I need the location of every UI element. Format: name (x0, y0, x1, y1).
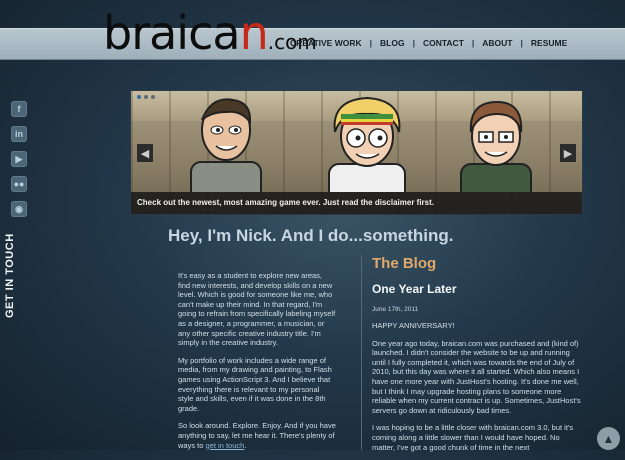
post-body: HAPPY ANNIVERSARY! One year ago today, b… (372, 321, 584, 460)
post-paragraph: HAPPY ANNIVERSARY! (372, 321, 455, 330)
slider-dots (137, 95, 155, 99)
slider-dot[interactable] (144, 95, 148, 99)
cartoon-character-middle (328, 96, 406, 192)
post-title[interactable]: One Year Later (372, 282, 457, 296)
intro-paragraph: It's easy as a student to explore new ar… (178, 271, 336, 348)
featured-slider[interactable]: ◀ ▶ Check out the newest, most amazing g… (130, 90, 583, 215)
nav-blog[interactable]: BLOG (372, 38, 413, 48)
main-nav: CREATIVE WORK | BLOG | CONTACT | ABOUT |… (282, 38, 575, 48)
rss-icon[interactable]: ◉ (11, 201, 27, 217)
slider-prev-arrow-icon[interactable]: ◀ (137, 144, 153, 162)
nav-about[interactable]: ABOUT (474, 38, 520, 48)
cartoon-character-right (460, 100, 532, 192)
column-divider (361, 255, 362, 450)
slider-dot[interactable] (151, 95, 155, 99)
page-headline: Hey, I'm Nick. And I do...something. (168, 226, 454, 245)
nav-contact[interactable]: CONTACT (415, 38, 472, 48)
slider-caption[interactable]: Check out the newest, most amazing game … (131, 192, 582, 214)
intro-text: It's easy as a student to explore new ar… (178, 271, 336, 458)
post-paragraph: One year ago today, braican.com was purc… (372, 338, 581, 415)
get-in-touch-link[interactable]: get in touch (206, 441, 245, 450)
get-in-touch-label[interactable]: GET IN TOUCH (4, 233, 16, 318)
facebook-icon[interactable]: f (11, 101, 27, 117)
cartoon-illustration (190, 96, 532, 192)
slider-next-arrow-icon[interactable]: ▶ (560, 144, 576, 162)
flickr-icon[interactable]: ●● (11, 176, 27, 192)
post-date: June 17th, 2011 (372, 306, 419, 313)
intro-paragraph: My portfolio of work includes a wide ran… (178, 355, 332, 413)
youtube-icon[interactable]: ▶ (11, 151, 27, 167)
linkedin-icon[interactable]: in (11, 126, 27, 142)
nav-creative-work[interactable]: CREATIVE WORK (282, 38, 370, 48)
intro-paragraph: So look around. Explore. Enjoy. And if y… (178, 421, 336, 450)
scroll-up-icon[interactable]: ▲ (597, 427, 620, 450)
cartoon-character-left (190, 98, 262, 192)
social-links: f in ▶ ●● ◉ (11, 101, 27, 217)
post-paragraph: I was hoping to be a little closer with … (372, 423, 574, 452)
nav-resume[interactable]: RESUME (523, 38, 575, 48)
slider-dot-active[interactable] (137, 95, 141, 99)
blog-heading[interactable]: The Blog (372, 255, 436, 272)
